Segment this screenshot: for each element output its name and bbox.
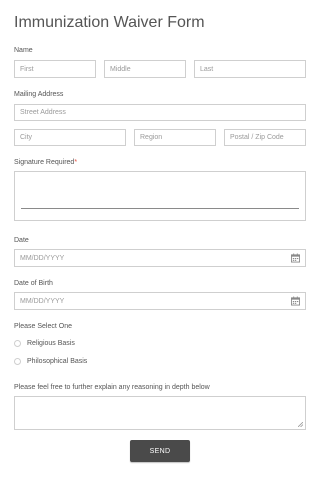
date-of-birth-label: Date of Birth <box>14 280 53 287</box>
radio-circle[interactable] <box>14 340 21 347</box>
signature-line <box>21 208 299 209</box>
calendar-icon[interactable] <box>291 253 300 263</box>
calendar-icon[interactable] <box>291 296 300 306</box>
region-placeholder: Region <box>140 134 163 141</box>
street-address-input[interactable]: Street Address <box>14 104 306 121</box>
required-asterisk: * <box>74 159 78 166</box>
name-label: Name <box>14 47 33 54</box>
mailing-address-label: Mailing Address <box>14 91 64 98</box>
explanation-textarea[interactable] <box>14 396 306 430</box>
explain-label: Please feel free to further explain any … <box>14 384 210 391</box>
select-one-label: Please Select One <box>14 323 72 330</box>
signature-pad[interactable] <box>14 171 306 221</box>
signature-label: Signature Required* <box>14 159 77 166</box>
date-input[interactable]: MM/DD/YYYY <box>14 249 306 267</box>
radio-label: Religious Basis <box>27 340 75 347</box>
middle-name-placeholder: Middle <box>110 65 131 73</box>
date-of-birth-placeholder: MM/DD/YYYY <box>20 297 65 305</box>
city-placeholder: City <box>20 134 33 141</box>
resize-handle-icon[interactable] <box>298 422 303 427</box>
radio-circle[interactable] <box>14 358 21 365</box>
signature-label-text: Signature Required <box>14 159 75 166</box>
street-address-placeholder: Street Address <box>20 109 66 116</box>
radio-religious-basis[interactable]: Religious Basis <box>14 340 75 347</box>
postal-code-placeholder: Postal / Zip Code <box>230 134 284 141</box>
date-label: Date <box>14 237 29 244</box>
first-name-placeholder: First <box>20 65 34 73</box>
radio-philosophical-basis[interactable]: Philosophical Basis <box>14 358 87 365</box>
last-name-input[interactable]: Last <box>194 60 306 78</box>
last-name-placeholder: Last <box>200 65 214 73</box>
first-name-input[interactable]: First <box>14 60 96 78</box>
region-input[interactable]: Region <box>134 129 216 146</box>
postal-code-input[interactable]: Postal / Zip Code <box>224 129 306 146</box>
date-placeholder: MM/DD/YYYY <box>20 254 65 262</box>
city-input[interactable]: City <box>14 129 126 146</box>
middle-name-input[interactable]: Middle <box>104 60 186 78</box>
form-title: Immunization Waiver Form <box>14 14 205 31</box>
send-button[interactable]: SEND <box>130 440 190 462</box>
radio-label: Philosophical Basis <box>27 358 88 365</box>
date-of-birth-input[interactable]: MM/DD/YYYY <box>14 292 306 310</box>
